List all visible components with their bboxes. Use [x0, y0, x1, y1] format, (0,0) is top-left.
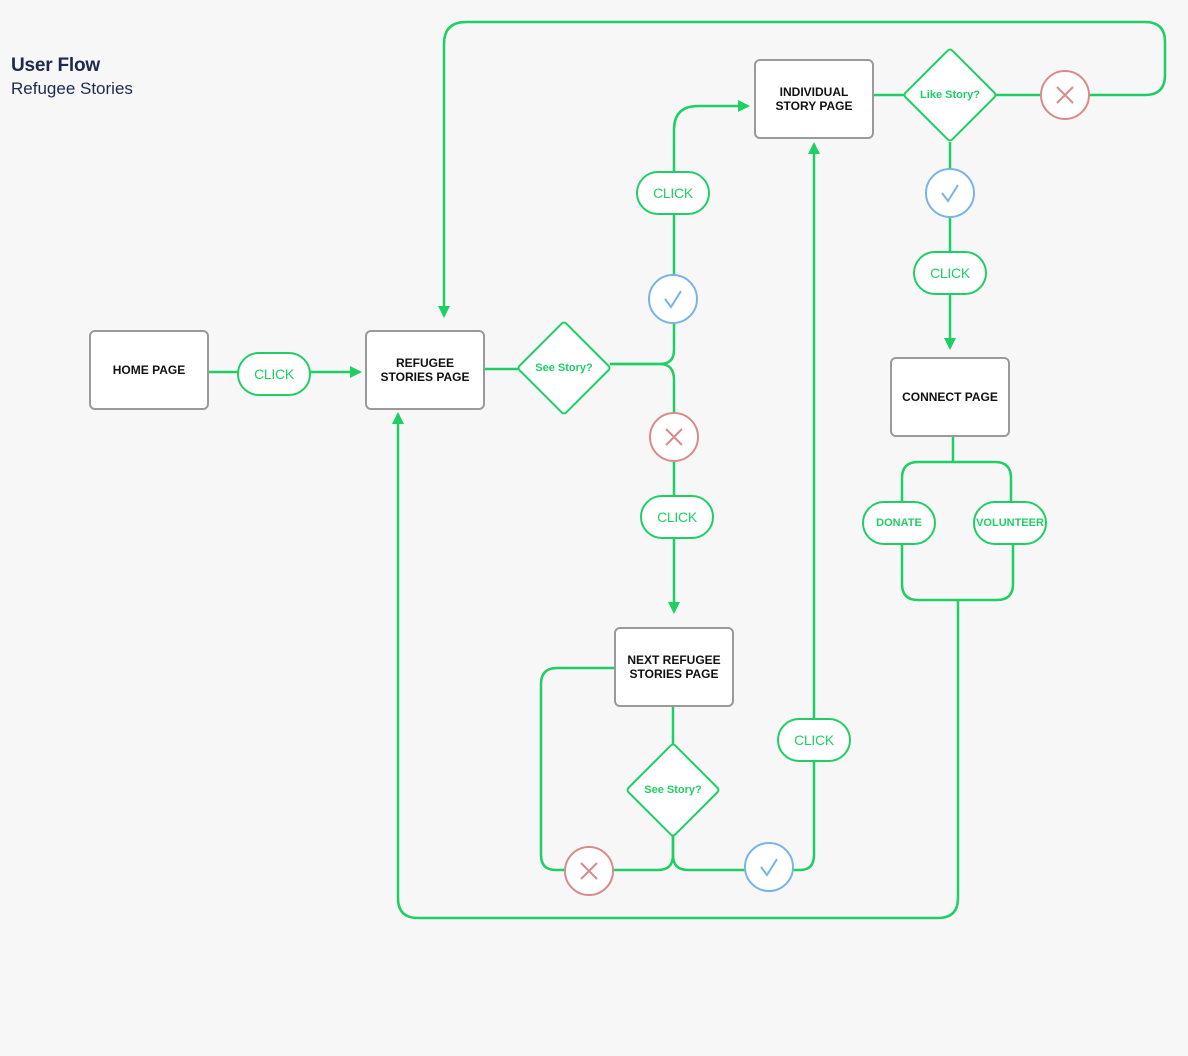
click-action-see-story[interactable]: CLICK — [636, 171, 710, 215]
x-icon — [580, 862, 598, 880]
see-story-label: See Story? — [644, 784, 702, 796]
donate-action[interactable]: DONATE — [862, 501, 936, 545]
home-page-label: HOME PAGE — [112, 363, 186, 377]
click-action-next-stories[interactable]: CLICK — [640, 495, 714, 539]
connector-decision-yes — [610, 100, 750, 366]
check-icon — [941, 184, 959, 203]
connector-decision-no — [610, 362, 680, 614]
see-story-decision[interactable]: See Story? — [515, 319, 613, 417]
yes-outcome — [925, 168, 975, 218]
no-outcome — [1040, 70, 1090, 120]
click-action-connect[interactable]: CLICK — [913, 251, 987, 295]
no-outcome — [564, 846, 614, 896]
volunteer-action[interactable]: VOLUNTEER — [973, 501, 1047, 545]
see-story-decision-next[interactable]: See Story? — [624, 741, 722, 839]
click-label: CLICK — [653, 185, 693, 201]
click-label: CLICK — [930, 265, 970, 281]
no-outcome — [649, 412, 699, 462]
donate-label: DONATE — [876, 517, 922, 529]
individual-story-page-node[interactable]: INDIVIDUAL STORY PAGE — [754, 59, 874, 139]
click-action-individual-story[interactable]: CLICK — [777, 718, 851, 762]
connect-page-node[interactable]: CONNECT PAGE — [890, 357, 1010, 437]
home-page-node[interactable]: HOME PAGE — [89, 330, 209, 410]
click-label: CLICK — [794, 732, 834, 748]
yes-outcome — [744, 842, 794, 892]
like-story-label: Like Story? — [920, 89, 980, 101]
x-icon — [665, 428, 683, 446]
volunteer-label: VOLUNTEER — [976, 517, 1044, 529]
refugee-stories-page-label: REFUGEE STORIES PAGE — [380, 356, 470, 384]
next-refugee-stories-page-node[interactable]: NEXT REFUGEE STORIES PAGE — [614, 627, 734, 707]
next-refugee-stories-page-label: NEXT REFUGEE STORIES PAGE — [627, 653, 721, 681]
click-action-home[interactable]: CLICK — [237, 352, 311, 396]
connector-connect-split — [900, 436, 1013, 505]
check-icon — [760, 858, 778, 877]
connect-page-label: CONNECT PAGE — [902, 390, 998, 404]
x-icon — [1056, 86, 1074, 104]
check-icon — [664, 290, 682, 309]
see-story-label: See Story? — [535, 362, 593, 374]
individual-story-page-label: INDIVIDUAL STORY PAGE — [775, 85, 853, 113]
like-story-decision[interactable]: Like Story? — [901, 46, 999, 144]
click-label: CLICK — [254, 366, 294, 382]
click-label: CLICK — [657, 509, 697, 525]
refugee-stories-page-node[interactable]: REFUGEE STORIES PAGE — [365, 330, 485, 410]
yes-outcome — [648, 274, 698, 324]
